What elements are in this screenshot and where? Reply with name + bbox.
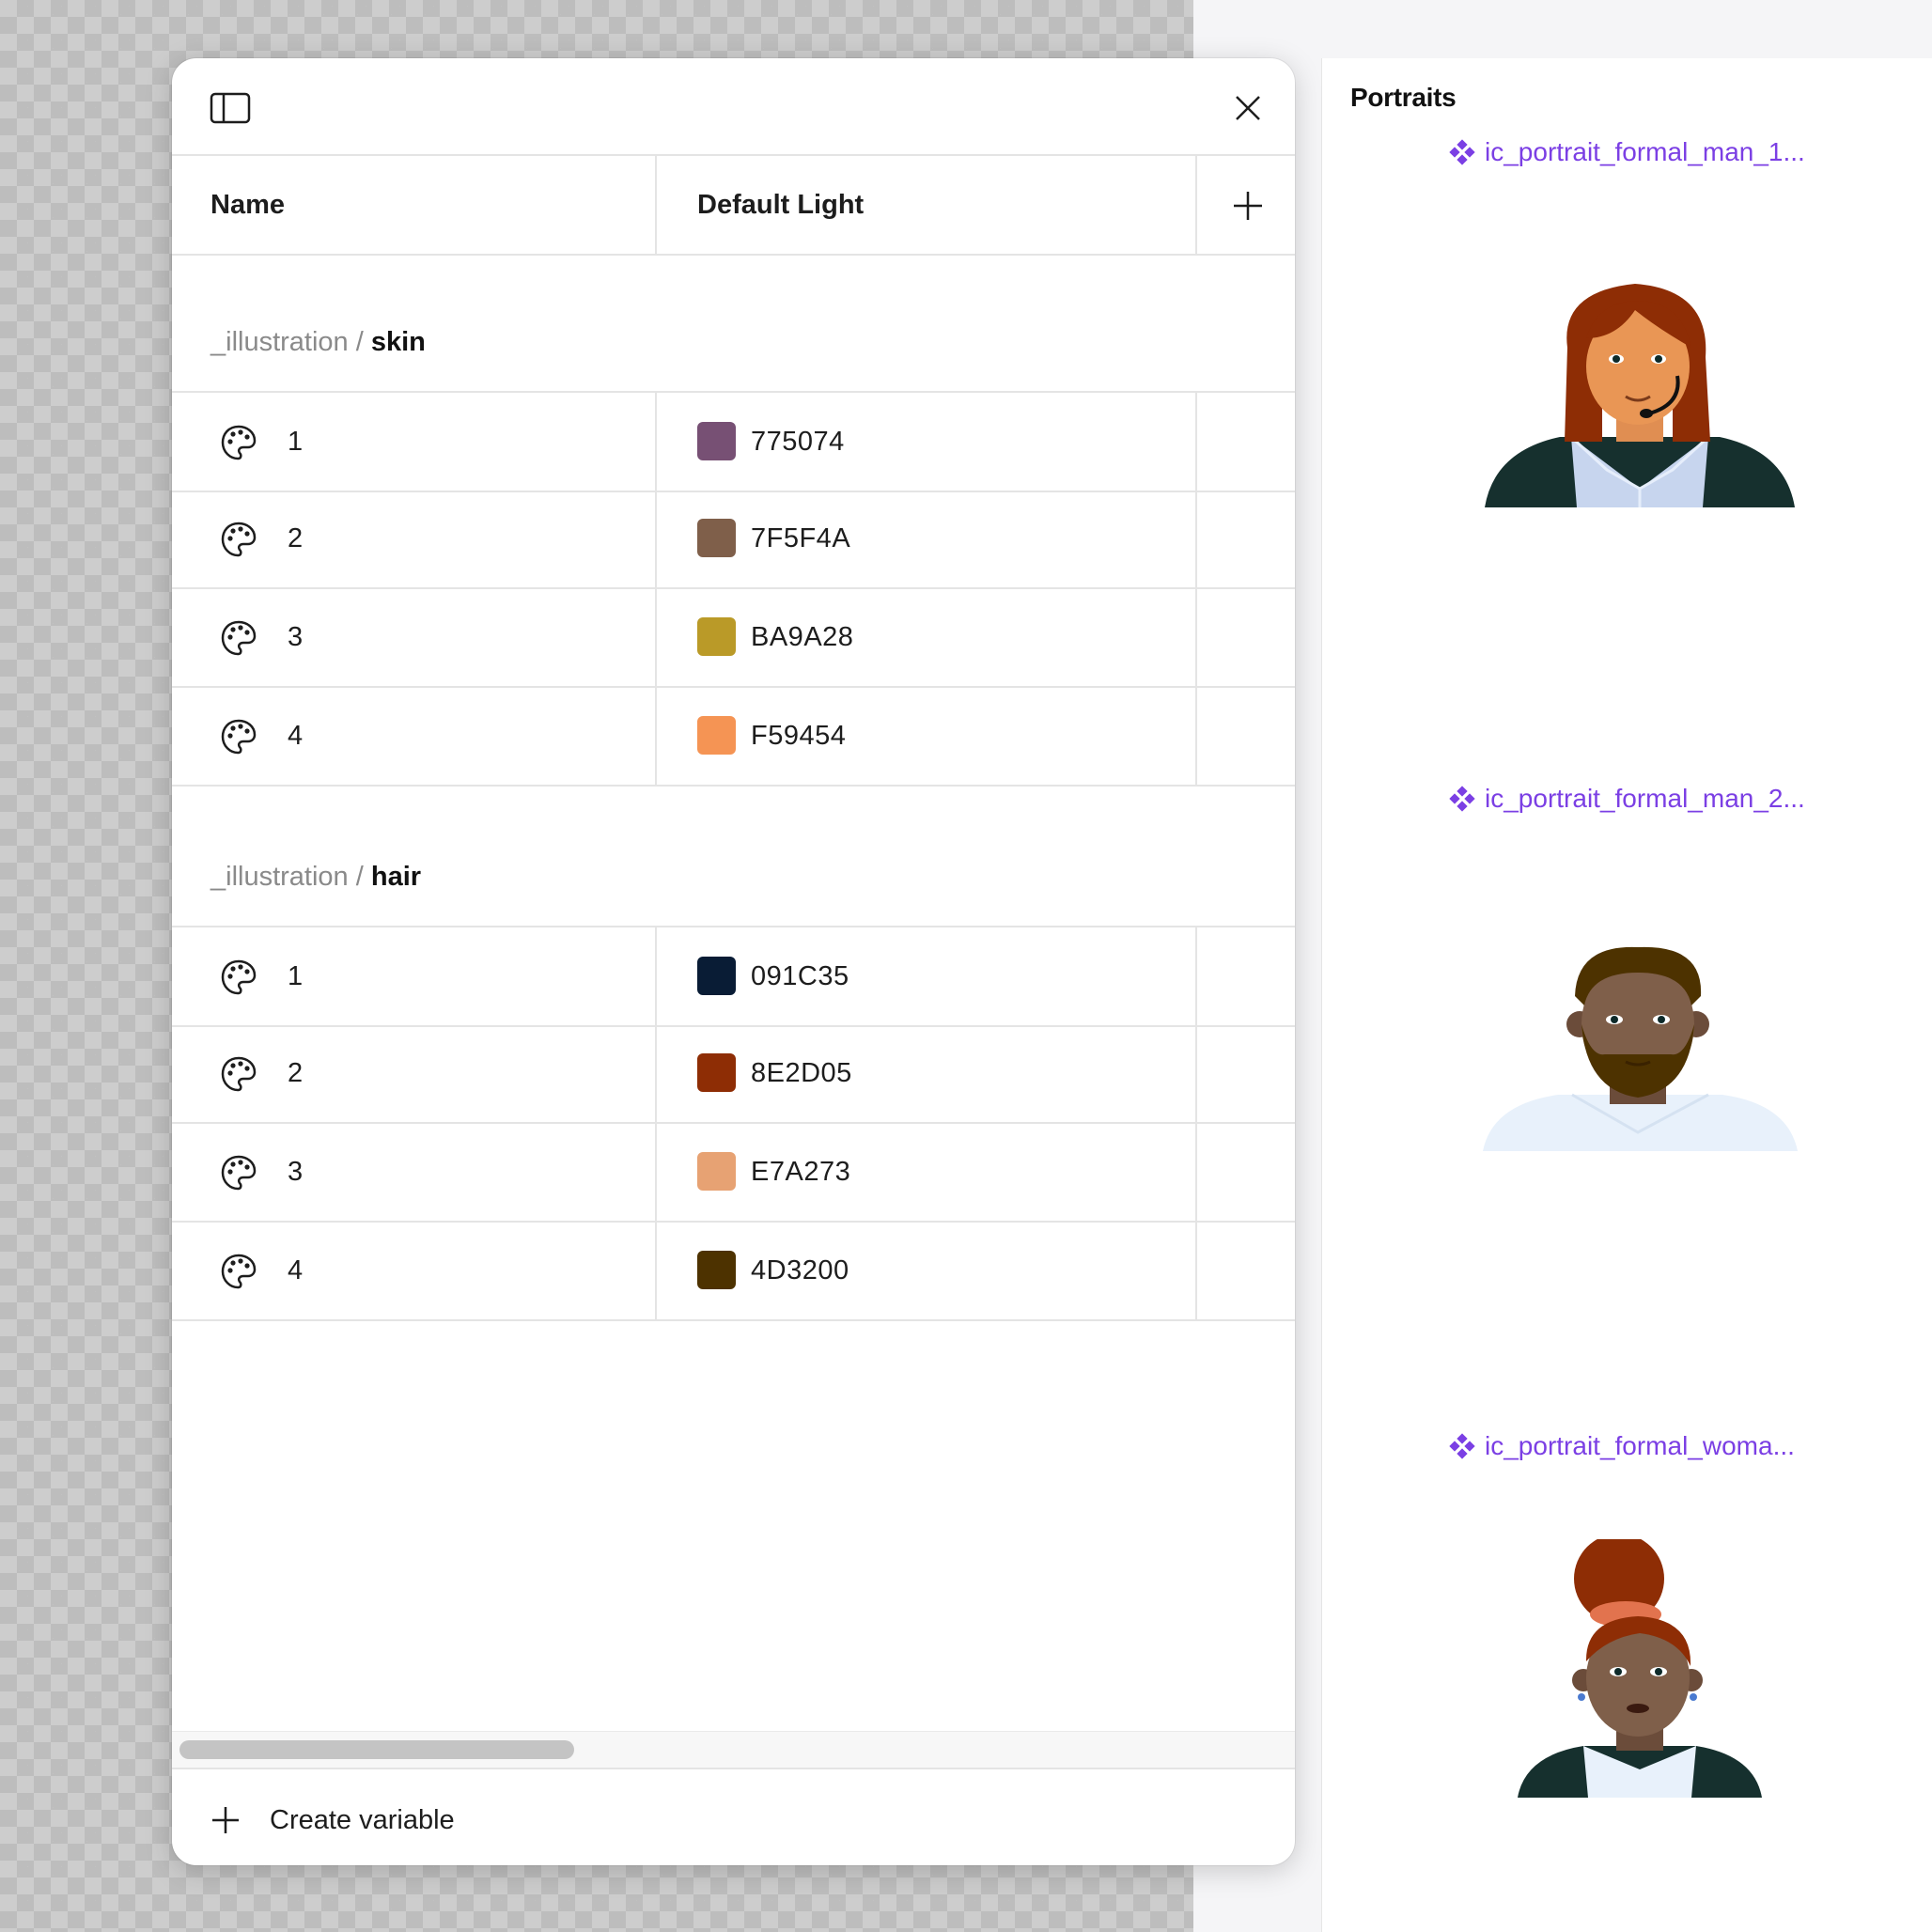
variable-row[interactable]: 1 091C35 [172,926,1295,1027]
portrait-formal-woman[interactable] [1518,1539,1762,1798]
variable-row[interactable]: 4 4D3200 [172,1222,1295,1321]
color-swatch[interactable] [697,1053,736,1092]
column-divider [655,156,657,254]
palette-icon [221,719,257,755]
variable-row[interactable]: 2 8E2D05 [172,1024,1295,1124]
variable-row[interactable]: 3 BA9A28 [172,588,1295,688]
component-icon [1449,139,1475,165]
portrait-formal-man-1[interactable] [1485,273,1795,507]
variable-name[interactable]: 2 [288,523,303,554]
palette-icon [221,1254,257,1289]
column-divider [1195,687,1197,785]
palette-icon [221,620,257,656]
column-divider [655,1222,657,1319]
palette-icon [221,522,257,557]
group-prefix: _illustration / [210,327,371,357]
group-title-skin[interactable]: _illustration / skin [210,327,426,358]
color-swatch[interactable] [697,1251,736,1289]
component-label-2[interactable]: ic_portrait_formal_man_2... [1449,784,1805,814]
variable-name[interactable]: 4 [288,721,303,752]
column-divider [655,393,657,491]
variable-row[interactable]: 4 F59454 [172,687,1295,787]
column-divider [1195,156,1197,254]
group-prefix: _illustration / [210,862,371,892]
color-swatch[interactable] [697,519,736,557]
variable-value[interactable]: E7A273 [751,1157,850,1188]
variable-name[interactable]: 3 [288,622,303,653]
component-name: ic_portrait_formal_man_2... [1485,784,1805,813]
palette-icon [221,1056,257,1092]
group-name: hair [370,862,422,892]
frame-title[interactable]: Portraits [1350,83,1457,113]
variable-value[interactable]: 091C35 [751,961,849,992]
column-divider [655,1024,657,1122]
column-divider [655,687,657,785]
plus-icon [212,1807,239,1833]
variable-value[interactable]: 775074 [751,427,845,458]
variable-name[interactable]: 1 [288,427,303,458]
group-name: skin [370,327,426,357]
sidebar-toggle-icon[interactable] [210,92,251,124]
variable-name[interactable]: 3 [288,1157,303,1188]
component-icon [1449,786,1475,812]
component-label-1[interactable]: ic_portrait_formal_man_1... [1449,137,1805,167]
component-icon [1449,1433,1475,1459]
variable-row[interactable]: 2 7F5F4A [172,490,1295,589]
column-divider [1195,490,1197,587]
column-divider [1195,588,1197,686]
dialog-header [172,58,1295,156]
variable-row[interactable]: 3 E7A273 [172,1123,1295,1223]
palette-icon [221,959,257,995]
variable-name[interactable]: 1 [288,961,303,992]
scrollbar-thumb[interactable] [179,1740,574,1759]
palette-icon [221,1155,257,1191]
column-header-row: Name Default Light [172,156,1295,256]
component-name: ic_portrait_formal_man_1... [1485,137,1805,166]
column-divider [1195,1024,1197,1122]
create-variable-label: Create variable [270,1804,455,1835]
column-divider [655,588,657,686]
variable-name[interactable]: 4 [288,1255,303,1286]
plus-icon[interactable] [1226,184,1270,227]
component-name: ic_portrait_formal_woma... [1485,1431,1795,1460]
variable-value[interactable]: 8E2D05 [751,1058,852,1089]
column-divider [1195,1222,1197,1319]
color-swatch[interactable] [697,1152,736,1191]
variable-value[interactable]: 7F5F4A [751,523,850,554]
color-swatch[interactable] [697,617,736,656]
column-divider [655,490,657,587]
palette-icon [221,425,257,460]
column-divider [655,1123,657,1221]
column-divider [655,927,657,1025]
color-swatch[interactable] [697,422,736,460]
variable-name[interactable]: 2 [288,1058,303,1089]
column-mode-header[interactable]: Default Light [697,190,864,221]
portrait-formal-man-2[interactable] [1483,940,1798,1151]
column-divider [1195,393,1197,491]
close-icon[interactable] [1229,89,1267,127]
create-variable-button[interactable]: Create variable [210,1797,455,1844]
variable-value[interactable]: 4D3200 [751,1255,849,1286]
variable-value[interactable]: F59454 [751,721,846,752]
color-swatch[interactable] [697,716,736,755]
group-title-hair[interactable]: _illustration / hair [210,862,421,893]
variable-row[interactable]: 1 775074 [172,391,1295,492]
column-name-header: Name [210,190,285,220]
column-divider [1195,1123,1197,1221]
variable-value[interactable]: BA9A28 [751,622,853,653]
horizontal-scrollbar[interactable] [172,1731,1295,1769]
color-swatch[interactable] [697,957,736,995]
variables-dialog: Name Default Light _illustration / skin 1… [172,58,1295,1865]
component-label-3[interactable]: ic_portrait_formal_woma... [1449,1431,1795,1461]
column-divider [1195,927,1197,1025]
